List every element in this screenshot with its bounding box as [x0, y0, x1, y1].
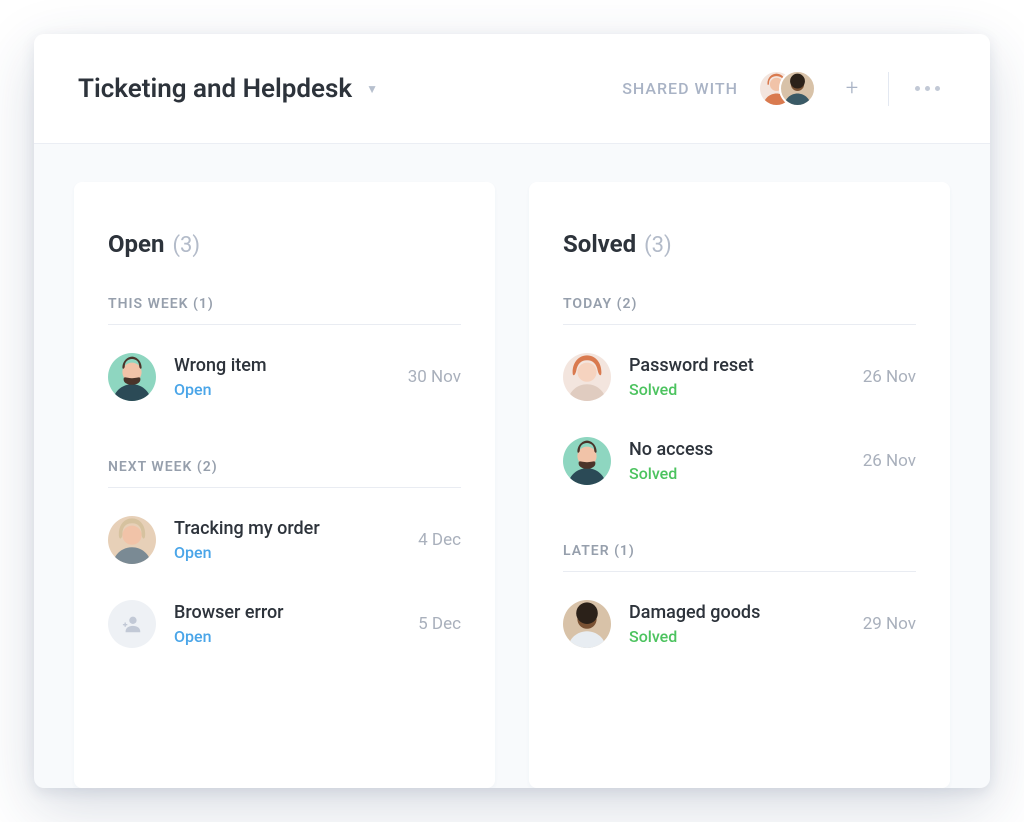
ticket-body: Browser error Open — [174, 602, 418, 646]
column-count: (3) — [172, 233, 200, 258]
divider — [888, 72, 889, 106]
ticket-row[interactable]: Tracking my order Open 4 Dec — [108, 498, 461, 582]
ticket-body: Wrong item Open — [174, 355, 408, 399]
column-count: (3) — [644, 233, 672, 258]
ticket-row[interactable]: Password reset Solved 26 Nov — [563, 335, 916, 419]
column-header: Solved (3) — [563, 230, 916, 258]
ticket-date: 26 Nov — [863, 451, 916, 471]
section-label: TODAY (2) — [563, 296, 916, 325]
ticket-title: Browser error — [174, 602, 418, 623]
ticket-row[interactable]: Damaged goods Solved 29 Nov — [563, 582, 916, 666]
ticket-title: Damaged goods — [629, 602, 863, 623]
unassigned-avatar-icon — [108, 600, 156, 648]
board-title: Ticketing and Helpdesk — [78, 74, 352, 104]
avatar — [563, 600, 611, 648]
shared-avatars — [758, 70, 816, 107]
ticket-status: Solved — [629, 627, 863, 646]
section-label: THIS WEEK (1) — [108, 296, 461, 325]
ticket-body: Tracking my order Open — [174, 518, 418, 562]
ticket-date: 26 Nov — [863, 367, 916, 387]
column-title: Solved — [563, 230, 636, 258]
ticket-row[interactable]: No access Solved 26 Nov — [563, 419, 916, 503]
column-title: Open — [108, 230, 164, 258]
dot-icon — [935, 86, 940, 91]
ticket-status: Solved — [629, 464, 863, 483]
ticket-date: 4 Dec — [418, 530, 461, 550]
avatar — [563, 353, 611, 401]
avatar — [108, 353, 156, 401]
ticket-body: Damaged goods Solved — [629, 602, 863, 646]
ticket-row[interactable]: Browser error Open 5 Dec — [108, 582, 461, 666]
board-title-dropdown[interactable]: Ticketing and Helpdesk ▼ — [78, 74, 378, 104]
dot-icon — [915, 86, 920, 91]
ticket-date: 30 Nov — [408, 367, 461, 387]
header: Ticketing and Helpdesk ▼ SHARED WITH + — [34, 34, 990, 144]
shared-avatar[interactable] — [779, 70, 816, 107]
ticket-status: Open — [174, 543, 418, 562]
app-window: Ticketing and Helpdesk ▼ SHARED WITH + — [34, 34, 990, 788]
ticket-date: 29 Nov — [863, 614, 916, 634]
ticket-row[interactable]: Wrong item Open 30 Nov — [108, 335, 461, 419]
ticket-status: Open — [174, 380, 408, 399]
ticket-status: Open — [174, 627, 418, 646]
column-header: Open (3) — [108, 230, 461, 258]
column-solved: Solved (3) TODAY (2) Password reset Solv… — [529, 182, 950, 788]
avatar — [563, 437, 611, 485]
dot-icon — [925, 86, 930, 91]
caret-down-icon: ▼ — [366, 82, 378, 96]
ticket-title: Password reset — [629, 355, 863, 376]
ticket-status: Solved — [629, 380, 863, 399]
section-label: LATER (1) — [563, 543, 916, 572]
header-right: SHARED WITH + — [622, 70, 946, 107]
ticket-title: Wrong item — [174, 355, 408, 376]
add-share-button[interactable]: + — [836, 73, 868, 105]
ticket-title: Tracking my order — [174, 518, 418, 539]
ticket-title: No access — [629, 439, 863, 460]
ticket-body: No access Solved — [629, 439, 863, 483]
board: Open (3) THIS WEEK (1) Wrong item Open 3… — [34, 144, 990, 788]
shared-with-label: SHARED WITH — [622, 79, 738, 98]
avatar — [108, 516, 156, 564]
more-menu-button[interactable] — [909, 80, 946, 97]
ticket-body: Password reset Solved — [629, 355, 863, 399]
column-open: Open (3) THIS WEEK (1) Wrong item Open 3… — [74, 182, 495, 788]
section-label: NEXT WEEK (2) — [108, 459, 461, 488]
ticket-date: 5 Dec — [418, 614, 461, 634]
